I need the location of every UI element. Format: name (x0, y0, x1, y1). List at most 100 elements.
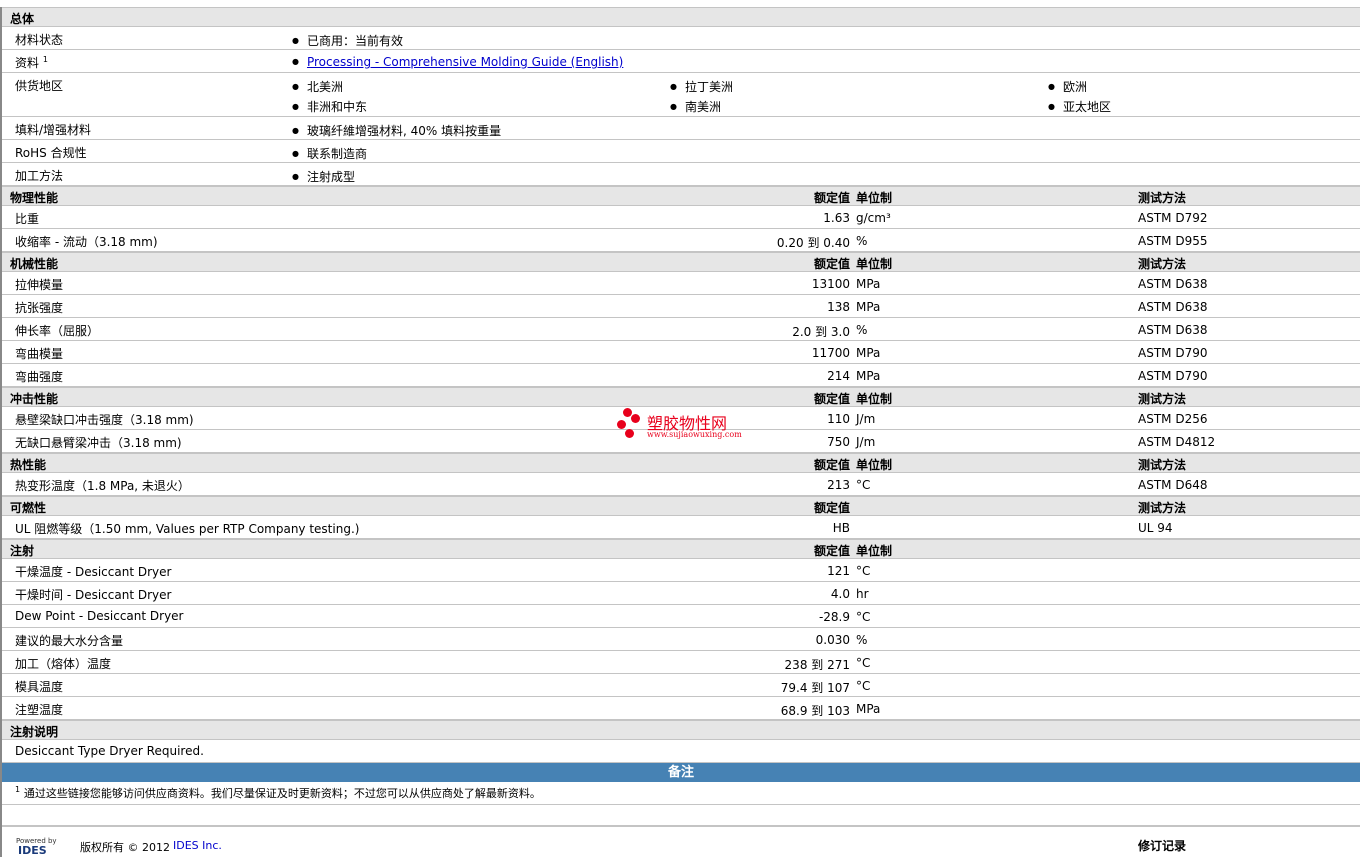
general-row: 填料/增强材料 玻璃纤維增强材料, 40% 填料按重量 (2, 117, 1360, 140)
test-method: ASTM D792 (1138, 211, 1208, 225)
property-unit: °C (856, 610, 871, 624)
footnote-number: 1 (15, 785, 21, 794)
section-header: 热性能 额定值 单位制 测试方法 (2, 453, 1360, 473)
col-header-value: 额定值 (813, 458, 850, 472)
property-unit: °C (856, 656, 871, 670)
section-header: 注射说明 (2, 720, 1360, 740)
property-value: 1.63 (823, 211, 850, 225)
property-label: 注塑温度 (15, 703, 64, 717)
watermark-url: www.sujiaowuxing.com (647, 430, 742, 439)
section-title: 注射说明 (10, 725, 59, 739)
col-header-test: 测试方法 (1138, 458, 1187, 472)
col-header-value: 额定值 (813, 191, 850, 205)
property-label: 干燥时间 - Desiccant Dryer (15, 588, 172, 602)
notes-header: 备注 (2, 763, 1360, 782)
property-value: HB (832, 521, 850, 535)
company-link[interactable]: IDES Inc. (173, 839, 222, 852)
property-unit: MPa (856, 702, 881, 716)
property-value: 110 (827, 412, 850, 426)
property-value: 0.030 (815, 633, 850, 647)
property-unit: % (856, 234, 868, 248)
property-unit: J/m (856, 435, 876, 449)
property-row: 干燥时间 - Desiccant Dryer 4.0 hr (2, 582, 1360, 605)
footnote-ref: 1 (42, 55, 48, 64)
property-row: 比重 1.63 g/cm³ ASTM D792 (2, 206, 1360, 229)
property-row: 模具温度 79.4 到 107 °C (2, 674, 1360, 697)
property-label: 比重 (15, 212, 40, 226)
section-title: 机械性能 (10, 257, 59, 271)
footnote-text: 通过这些链接您能够访问供应商资料。我们尽量保证及时更新资料；不过您可以从供应商处… (23, 787, 541, 800)
general-row: RoHS 合规性 联系制造商 (2, 140, 1360, 163)
property-value: 138 (827, 300, 850, 314)
row-label: 材料状态 (15, 31, 63, 48)
property-label: 拉伸模量 (15, 278, 64, 292)
footer: Powered by IDES 版权所有 © 2012 IDES Inc. 修订… (2, 827, 1360, 857)
col-header-value: 额定值 (813, 501, 850, 515)
col-header-value: 额定值 (813, 257, 850, 271)
label-text: 填料/增强材料 (15, 123, 92, 137)
region-item: 亚太地区 (1048, 98, 1111, 115)
test-method: ASTM D955 (1138, 234, 1208, 248)
section-title: 可燃性 (10, 501, 47, 515)
test-method: ASTM D648 (1138, 478, 1208, 492)
property-unit: % (856, 633, 868, 647)
property-value: 2.0 到 3.0 (792, 325, 850, 339)
property-row: 注塑温度 68.9 到 103 MPa (2, 697, 1360, 720)
col-header-test: 测试方法 (1138, 191, 1187, 205)
col-header-unit: 单位制 (856, 392, 893, 406)
section-title: 物理性能 (10, 191, 59, 205)
property-unit: hr (856, 587, 869, 601)
property-value: 214 (827, 369, 850, 383)
property-label: 模具温度 (15, 680, 64, 694)
property-value: 68.9 到 103 (780, 704, 850, 718)
property-label: 抗张强度 (15, 301, 64, 315)
col-header-test: 测试方法 (1138, 257, 1187, 271)
row-label: 资料 1 (15, 54, 48, 71)
col-header-test: 测试方法 (1138, 501, 1187, 515)
property-value: 750 (827, 435, 850, 449)
property-label: 无缺口悬臂梁冲击（3.18 mm) (15, 436, 182, 450)
section-title: 注射 (10, 544, 35, 558)
test-method: ASTM D638 (1138, 323, 1208, 337)
section-header: 注射 额定值 单位制 (2, 539, 1360, 559)
section-header: 可燃性 额定值 测试方法 (2, 496, 1360, 516)
col-header-value: 额定值 (813, 392, 850, 406)
property-value: 13100 (811, 277, 850, 291)
region-item: 拉丁美洲 (670, 78, 733, 95)
property-unit: MPa (856, 369, 881, 383)
region-item: 南美洲 (670, 98, 721, 115)
section-title: 热性能 (10, 458, 47, 472)
label-text: RoHS 合规性 (15, 146, 87, 160)
col-header-unit: 单位制 (856, 544, 893, 558)
test-method: ASTM D638 (1138, 277, 1208, 291)
processing-guide-link[interactable]: Processing - Comprehensive Molding Guide… (307, 55, 623, 69)
region-item: 欧洲 (1048, 78, 1087, 95)
property-unit: MPa (856, 300, 881, 314)
region-item: 非洲和中东 (292, 98, 367, 115)
property-value: 11700 (811, 346, 850, 360)
property-row: 弯曲强度 214 MPa ASTM D790 (2, 364, 1360, 387)
property-value: -28.9 (818, 610, 850, 624)
row-label: RoHS 合规性 (15, 144, 87, 161)
row-label: 供货地区 (15, 77, 63, 94)
col-header-unit: 单位制 (856, 257, 893, 271)
property-label: 弯曲模量 (15, 347, 64, 361)
section-title: 总体 (10, 12, 35, 26)
property-unit: g/cm³ (856, 211, 891, 225)
row-label: 加工方法 (15, 167, 63, 184)
footnote-row: 1 通过这些链接您能够访问供应商资料。我们尽量保证及时更新资料；不过您可以从供应… (2, 782, 1360, 805)
test-method: ASTM D790 (1138, 369, 1208, 383)
property-label: 热变形温度（1.8 MPa, 未退火） (15, 479, 190, 493)
property-label: 弯曲强度 (15, 370, 64, 384)
property-value: 4.0 (830, 587, 850, 601)
property-row: 加工（熔体）温度 238 到 271 °C (2, 651, 1360, 674)
revision-history[interactable]: 修订记录 (1138, 837, 1186, 854)
property-unit: °C (856, 679, 871, 693)
property-label: 收缩率 - 流动（3.18 mm) (15, 235, 158, 249)
label-text: 供货地区 (15, 79, 64, 93)
property-label: 伸长率（屈服） (15, 324, 100, 338)
section-header-general: 总体 (2, 7, 1360, 27)
test-method: ASTM D256 (1138, 412, 1208, 426)
test-method: ASTM D638 (1138, 300, 1208, 314)
property-label: UL 阻燃等级（1.50 mm, Values per RTP Company … (15, 522, 360, 536)
